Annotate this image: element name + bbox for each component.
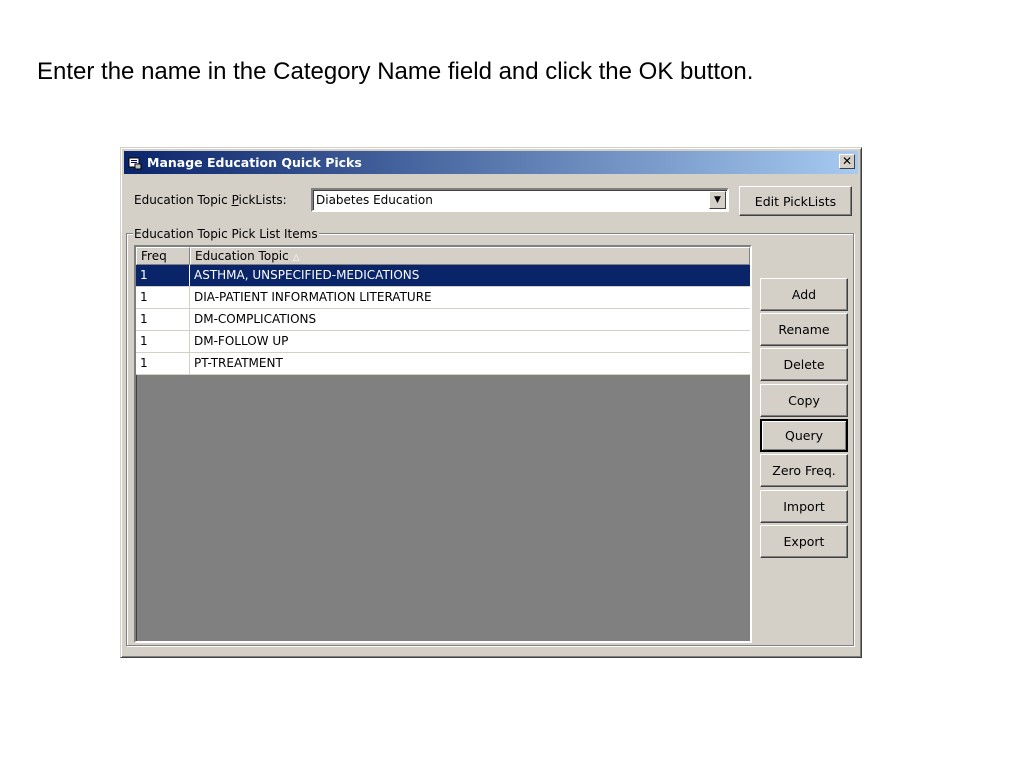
window-title: Manage Education Quick Picks: [147, 155, 362, 170]
row-freq: 1: [136, 287, 190, 308]
row-topic: PT-TREATMENT: [194, 356, 283, 370]
chevron-down-icon: ▼: [714, 195, 721, 205]
zero-freq-button[interactable]: Zero Freq.: [760, 454, 848, 487]
rename-button[interactable]: Rename: [760, 313, 848, 346]
copy-button[interactable]: Copy: [760, 384, 848, 417]
add-button[interactable]: Add: [760, 278, 848, 311]
picklist-selected-value: Diabetes Education: [316, 193, 433, 207]
instruction-text: Enter the name in the Category Name fiel…: [37, 58, 754, 85]
row-topic: DM-COMPLICATIONS: [194, 312, 317, 326]
table-row[interactable]: 1 ASTHMA, UNSPECIFIED-MEDICATIONS: [136, 265, 750, 287]
column-header-freq[interactable]: Freq: [136, 247, 190, 265]
row-freq: 1: [136, 353, 190, 374]
picklist-label: Education Topic PickLists:: [134, 193, 287, 207]
picklist-dropdown[interactable]: Diabetes Education ▼: [311, 188, 729, 212]
close-icon: ✕: [841, 154, 853, 168]
manage-education-quick-picks-window: Manage Education Quick Picks ✕ Education…: [120, 147, 862, 658]
row-topic: DIA-PATIENT INFORMATION LITERATURE: [194, 290, 432, 304]
delete-button[interactable]: Delete: [760, 348, 848, 381]
pick-list-items-list[interactable]: Freq Education Topic △ 1 ASTHMA, UNSPECIF…: [134, 245, 752, 643]
table-row[interactable]: 1 DIA-PATIENT INFORMATION LITERATURE: [136, 287, 750, 309]
dropdown-arrow-button[interactable]: ▼: [709, 191, 726, 209]
group-legend: Education Topic Pick List Items: [133, 227, 319, 241]
edit-picklists-button[interactable]: Edit PickLists: [739, 186, 852, 216]
table-row[interactable]: 1 DM-FOLLOW UP: [136, 331, 750, 353]
app-icon: [128, 156, 142, 170]
table-row[interactable]: 1 DM-COMPLICATIONS: [136, 309, 750, 331]
column-header-education-topic[interactable]: Education Topic △: [190, 247, 750, 265]
list-header: Freq Education Topic △: [136, 247, 750, 265]
row-freq: 1: [136, 331, 190, 352]
export-button[interactable]: Export: [760, 525, 848, 558]
row-freq: 1: [136, 265, 190, 286]
close-button[interactable]: ✕: [839, 154, 855, 169]
row-topic: ASTHMA, UNSPECIFIED-MEDICATIONS: [194, 268, 420, 282]
title-bar[interactable]: Manage Education Quick Picks ✕: [124, 151, 858, 174]
sort-ascending-icon: △: [292, 253, 300, 263]
row-freq: 1: [136, 309, 190, 330]
import-button[interactable]: Import: [760, 490, 848, 523]
table-row[interactable]: 1 PT-TREATMENT: [136, 353, 750, 375]
query-button[interactable]: Query: [760, 419, 848, 452]
row-topic: DM-FOLLOW UP: [194, 334, 289, 348]
